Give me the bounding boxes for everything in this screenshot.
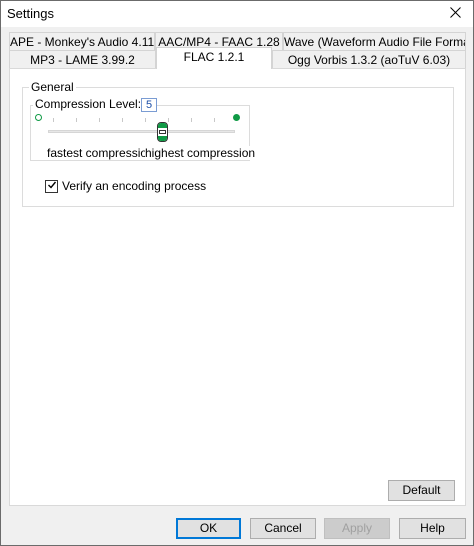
tab-label: Ogg Vorbis 1.3.2 (aoTuV 6.03)	[287, 53, 451, 67]
tab-label: MP3 - LAME 3.99.2	[30, 53, 135, 67]
slider-tick	[76, 118, 77, 122]
compression-level-value: 5	[141, 98, 157, 112]
general-group-label: General	[29, 80, 76, 94]
slider-tick	[214, 118, 215, 122]
highest-compression-caption: highest compression	[145, 146, 256, 160]
cancel-button-label: Cancel	[264, 521, 302, 535]
tab-flac[interactable]: FLAC 1.2.1	[156, 47, 272, 69]
slider-tick	[168, 118, 169, 122]
default-button[interactable]: Default	[388, 480, 455, 501]
compression-slider-track[interactable]	[48, 130, 235, 133]
cancel-button[interactable]: Cancel	[250, 518, 316, 539]
tab-ogg-vorbis[interactable]: Ogg Vorbis 1.3.2 (aoTuV 6.03)	[272, 50, 466, 69]
slider-tick	[191, 118, 192, 122]
close-button[interactable]	[437, 1, 473, 27]
tab-label: FLAC 1.2.1	[183, 50, 245, 64]
ok-button[interactable]: OK	[176, 518, 241, 539]
general-group: General Compression Level: 5 fastest com	[22, 80, 454, 207]
tab-label: Wave (Waveform Audio File Format)	[284, 35, 466, 49]
tab-mp3[interactable]: MP3 - LAME 3.99.2	[9, 50, 156, 69]
apply-button[interactable]: Apply	[324, 518, 390, 539]
tab-wave[interactable]: Wave (Waveform Audio File Format)	[283, 32, 466, 51]
apply-button-label: Apply	[341, 521, 373, 535]
max-marker-icon	[233, 114, 240, 121]
default-button-label: Default	[402, 483, 441, 497]
tab-ape[interactable]: APE - Monkey's Audio 4.11	[9, 32, 155, 51]
checkmark-icon	[47, 179, 57, 193]
slider-tick	[53, 118, 54, 122]
ok-button-label: OK	[199, 521, 218, 535]
checkbox-box[interactable]	[45, 179, 58, 193]
slider-tick	[122, 118, 123, 122]
verify-encoding-label: Verify an encoding process	[62, 179, 207, 193]
help-button[interactable]: Help	[399, 518, 466, 539]
slider-tick	[99, 118, 100, 122]
verify-encoding-checkbox[interactable]: Verify an encoding process	[45, 179, 206, 193]
compression-slider-thumb[interactable]	[157, 122, 168, 142]
settings-dialog: Settings APE - Monkey's Audio 4.11 AAC/M…	[0, 0, 474, 546]
close-icon	[449, 7, 461, 21]
title-bar: Settings	[1, 1, 473, 27]
help-button-label: Help	[420, 521, 445, 535]
window-title: Settings	[7, 6, 54, 21]
flac-tab-panel: General Compression Level: 5 fastest com	[9, 68, 466, 506]
fastest-compression-caption: fastest compression	[47, 146, 154, 160]
min-marker-icon	[35, 114, 42, 121]
tab-label: APE - Monkey's Audio 4.11	[10, 35, 155, 49]
compression-level-label: Compression Level:	[33, 97, 144, 111]
slider-tick	[145, 118, 146, 122]
